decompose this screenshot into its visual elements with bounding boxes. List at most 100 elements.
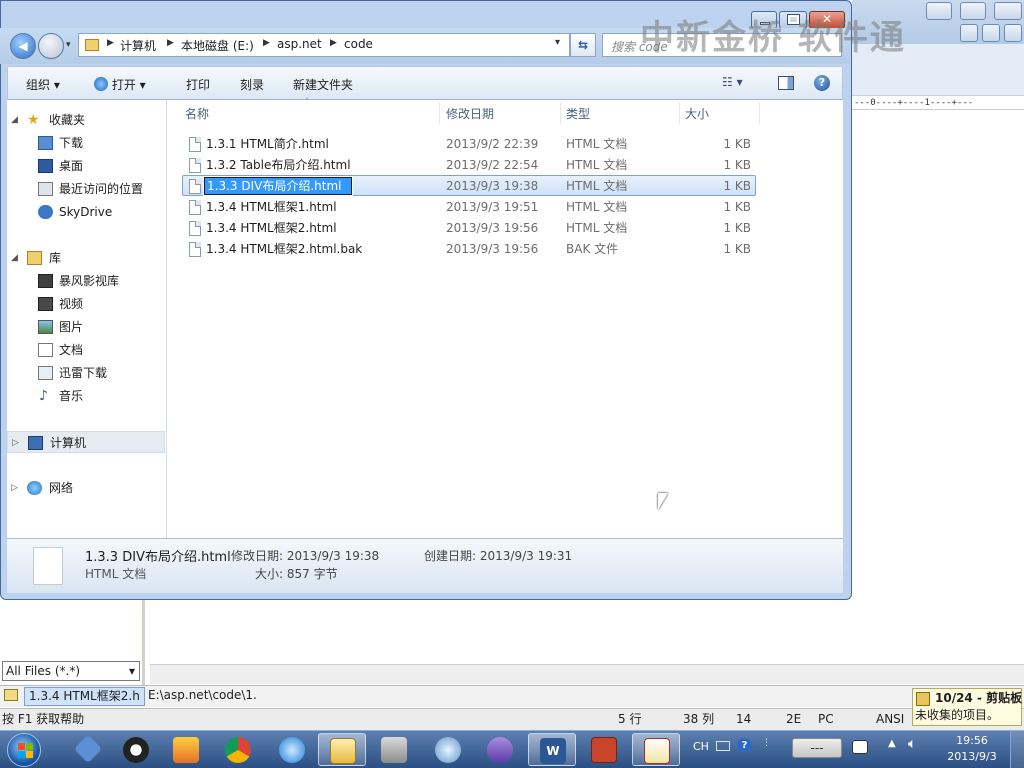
- editor-maximize-button[interactable]: [960, 2, 986, 20]
- column-header-name[interactable]: 名称: [185, 104, 209, 124]
- editor-minimize-button[interactable]: [926, 2, 952, 20]
- file-filter-select[interactable]: All Files (*.*) ▾: [2, 661, 140, 681]
- taskbar-app-ie[interactable]: [268, 733, 316, 766]
- power-icon[interactable]: [852, 740, 868, 754]
- details-filename: 1.3.3 DIV布局介绍.html: [85, 550, 231, 565]
- taskbar-app-word[interactable]: W: [528, 733, 576, 766]
- column-header-type[interactable]: 类型: [566, 104, 590, 124]
- details-modified: 修改日期: 2013/9/3 19:38: [231, 549, 380, 563]
- globe-icon: [435, 737, 461, 763]
- editor-app-icon: [644, 738, 670, 764]
- sidebar-item-favorites[interactable]: ◢ ★ 收藏夹: [7, 109, 165, 131]
- volume-icon[interactable]: 🔈︎: [908, 736, 916, 752]
- forward-button[interactable]: [38, 33, 64, 59]
- taskbar-app-gift[interactable]: [162, 733, 210, 766]
- sidebar-item-music[interactable]: ♪ 音乐: [7, 385, 165, 407]
- taskbar-app-powerpoint[interactable]: [580, 733, 628, 766]
- file-row[interactable]: 1.3.4 HTML框架1.html 2013/9/3 19:51 HTML 文…: [182, 196, 756, 217]
- expand-arrow-icon: ◢: [11, 115, 18, 125]
- taskbar-app-chrome[interactable]: [214, 733, 262, 766]
- doc-minimize-button[interactable]: [960, 24, 978, 42]
- breadcrumb-item-code[interactable]: code: [344, 37, 373, 51]
- open-menu[interactable]: 打开 ▾: [94, 76, 146, 93]
- column-divider[interactable]: [560, 102, 561, 124]
- sidebar-item-videos[interactable]: 视频: [7, 293, 165, 315]
- breadcrumb-item-aspnet[interactable]: asp.net: [277, 37, 322, 51]
- powerpoint-icon: [591, 737, 617, 763]
- sidebar-item-network[interactable]: ▷ 网络: [7, 477, 165, 499]
- folder-icon: [85, 39, 99, 51]
- preview-pane-button[interactable]: [778, 76, 794, 90]
- ime-options-icon[interactable]: ⋮: [762, 738, 771, 748]
- taskbar-app-explorer[interactable]: [318, 733, 366, 766]
- system-clock[interactable]: 19:56 2013/9/3: [940, 733, 1004, 765]
- expand-arrow-icon: ▷: [12, 438, 19, 448]
- file-row[interactable]: 1.3.1 HTML简介.html 2013/9/2 22:39 HTML 文档…: [182, 133, 756, 154]
- file-row[interactable]: 1.3.4 HTML框架2.html.bak 2013/9/3 19:56 BA…: [182, 238, 756, 259]
- sidebar-item-baofeng[interactable]: 暴风影视库: [7, 270, 165, 292]
- file-size: 1 KB: [723, 200, 751, 214]
- file-icon: [189, 137, 201, 152]
- gift-app-icon: [173, 737, 199, 763]
- column-header-date[interactable]: 修改日期: [446, 104, 494, 124]
- sidebar-label: 桌面: [59, 159, 84, 173]
- taskbar-app-feiq[interactable]: [64, 733, 112, 766]
- taskbar-app-globe[interactable]: [424, 733, 472, 766]
- column-divider[interactable]: [759, 102, 760, 124]
- breadcrumb-item-computer[interactable]: 计算机: [120, 37, 156, 54]
- sidebar-item-recent[interactable]: 最近访问的位置: [7, 178, 165, 200]
- help-icon[interactable]: ?: [737, 738, 752, 753]
- sidebar-item-desktop[interactable]: 桌面: [7, 155, 165, 177]
- taskbar-app-qq[interactable]: [112, 733, 160, 766]
- sidebar-item-documents[interactable]: 文档: [7, 339, 165, 361]
- breadcrumb-item-drive[interactable]: 本地磁盘 (E:): [181, 37, 254, 54]
- input-language[interactable]: CH: [693, 740, 709, 753]
- taskbar-app-visualstudio[interactable]: [476, 733, 524, 766]
- recent-places-icon: [38, 182, 53, 196]
- editor-tab-active[interactable]: 1.3.4 HTML框架2.h: [24, 687, 145, 706]
- start-button[interactable]: [7, 733, 41, 767]
- editor-horizontal-scrollbar[interactable]: [150, 664, 1024, 684]
- chevron-down-icon[interactable]: ▾: [555, 37, 560, 48]
- column-header-size[interactable]: 大小: [685, 104, 709, 124]
- taskbar-app-editor[interactable]: [632, 733, 680, 766]
- show-hidden-icons-icon[interactable]: ▲: [888, 738, 896, 749]
- column-divider[interactable]: [439, 102, 440, 124]
- file-rename-input[interactable]: 1.3.3 DIV布局介绍.html: [203, 176, 353, 196]
- editor-close-button[interactable]: [994, 2, 1022, 20]
- burn-button[interactable]: 刻录: [240, 76, 264, 93]
- new-folder-button[interactable]: 新建文件夹: [293, 76, 353, 93]
- file-row[interactable]: 1.3.2 Table布局介绍.html 2013/9/2 22:54 HTML…: [182, 154, 756, 175]
- word-icon: W: [540, 738, 566, 764]
- sidebar-item-pictures[interactable]: 图片: [7, 316, 165, 338]
- document-icon: [38, 343, 53, 357]
- file-row[interactable]: 1.3.4 HTML框架2.html 2013/9/3 19:56 HTML 文…: [182, 217, 756, 238]
- tray-widget[interactable]: ---: [792, 738, 842, 758]
- column-divider[interactable]: [679, 102, 680, 124]
- back-button[interactable]: ◀: [10, 33, 36, 59]
- clipboard-notification[interactable]: 10/24 - 剪贴板 未收集的项目。: [912, 688, 1022, 726]
- help-icon[interactable]: ?: [814, 75, 830, 91]
- view-options-button[interactable]: ☷ ▾: [722, 75, 743, 89]
- print-button[interactable]: 打印: [186, 76, 210, 93]
- address-bar[interactable]: ▶ 计算机 ▶ 本地磁盘 (E:) ▶ asp.net ▶ code ▾: [78, 33, 570, 57]
- doc-restore-button[interactable]: [982, 24, 1000, 42]
- sidebar-item-skydrive[interactable]: SkyDrive: [7, 201, 165, 223]
- organize-menu[interactable]: 组织 ▾: [26, 76, 60, 93]
- sidebar-item-xunlei[interactable]: 迅雷下载: [7, 362, 165, 384]
- show-desktop-button[interactable]: [1010, 731, 1024, 768]
- refresh-button[interactable]: ⇆: [570, 33, 596, 57]
- history-chevron-icon[interactable]: ▾: [66, 40, 71, 50]
- sidebar-item-computer[interactable]: ▷ 计算机: [7, 431, 165, 453]
- sidebar-item-libraries[interactable]: ◢ 库: [7, 247, 165, 269]
- taskbar-app-tools[interactable]: [370, 733, 418, 766]
- editor-tab[interactable]: E:\asp.net\code\1.: [146, 687, 259, 706]
- keyboard-icon[interactable]: [716, 741, 730, 751]
- file-date: 2013/9/2 22:39: [446, 137, 539, 151]
- sidebar-item-downloads[interactable]: 下载: [7, 132, 165, 154]
- file-row-selected[interactable]: 1.3.3 DIV布局介绍.html 2013/9/3 19:38 HTML 文…: [182, 175, 756, 196]
- file-type: HTML 文档: [566, 179, 628, 193]
- file-date: 2013/9/3 19:56: [446, 242, 539, 256]
- open-label: 打开: [111, 78, 136, 92]
- doc-close-button[interactable]: [1004, 24, 1022, 42]
